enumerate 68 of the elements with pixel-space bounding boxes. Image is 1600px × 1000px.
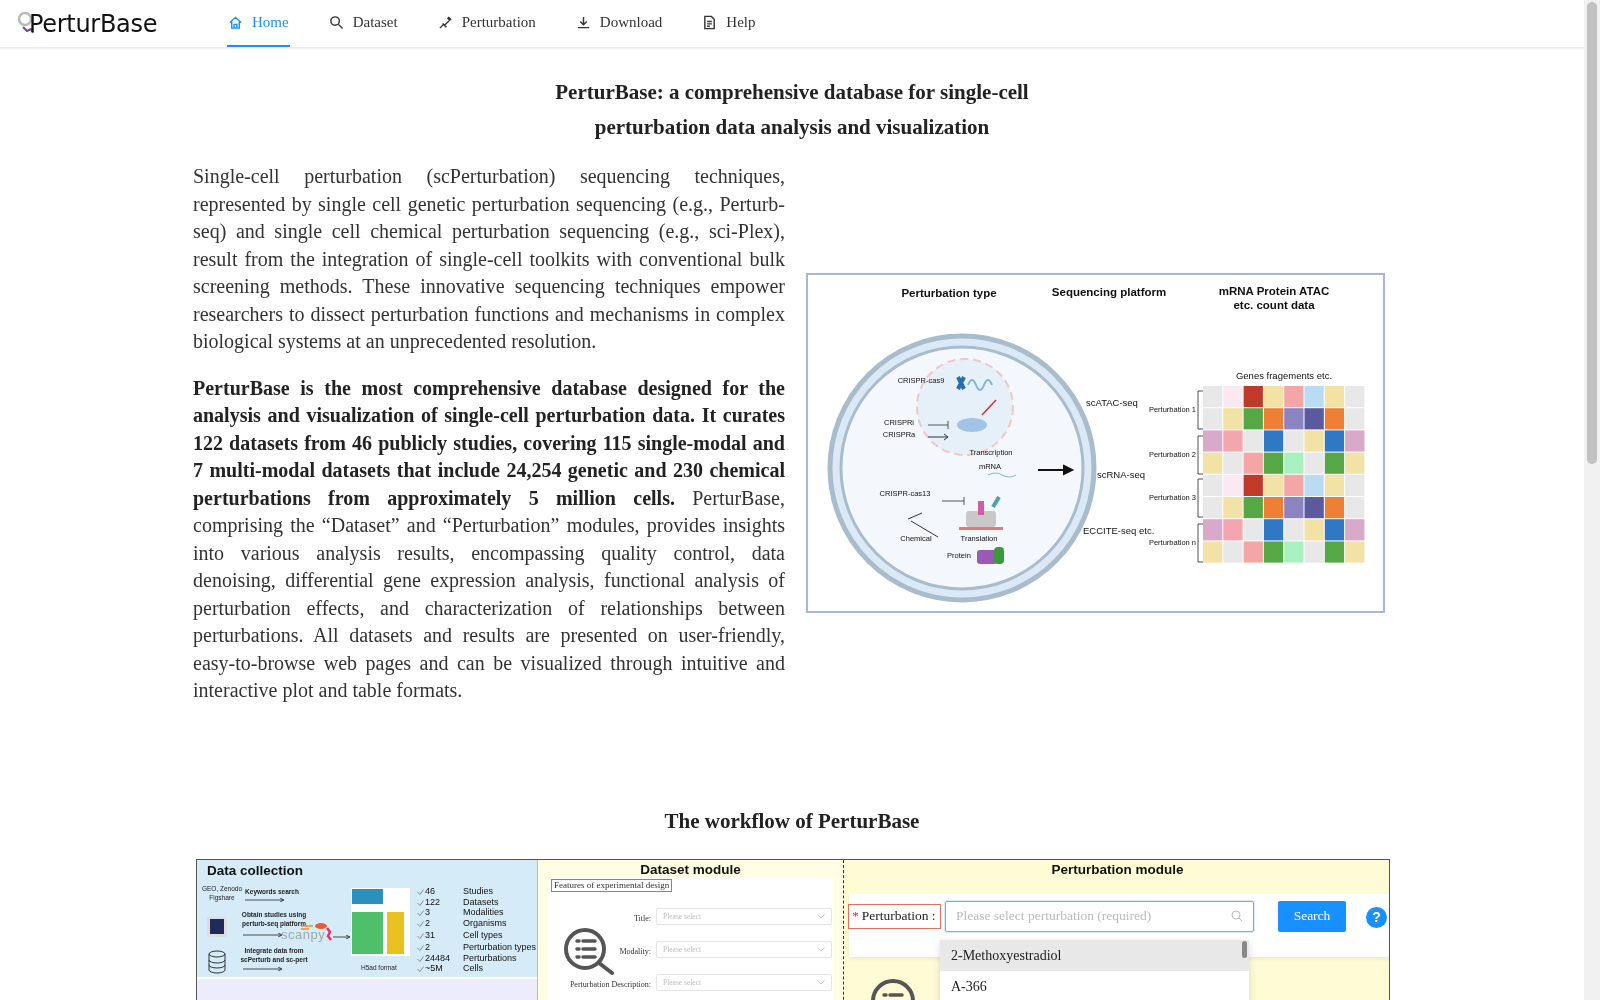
figure-heading: Perturbation type [901, 287, 997, 300]
stat-label: Perturbation types [463, 941, 537, 953]
panel-title: Data collection [207, 862, 304, 878]
dropdown-option[interactable]: A-366 [940, 970, 1249, 1000]
figure-heading: Sequencing platform [1051, 286, 1167, 299]
chevron-down-icon [817, 946, 825, 952]
stat-value: 2 [425, 917, 430, 929]
section-label: Features of experimental design [551, 878, 673, 892]
stat-label: Modalities [463, 906, 504, 918]
search-icon [328, 15, 344, 30]
dropdown-option[interactable]: 2-Methoxyestradiol [940, 939, 1249, 971]
field-label: Perturbation Description: [569, 979, 651, 990]
label-text: Perturbation : [861, 908, 936, 924]
scrollbar-thumb[interactable] [1242, 940, 1247, 958]
heatmap-header: Genes fragements etc. [1235, 370, 1333, 382]
scrollbar[interactable] [1584, 0, 1600, 1000]
search-list-icon [563, 926, 615, 975]
nav-tab[interactable]: Download [574, 0, 664, 47]
bracket-line [1197, 435, 1204, 475]
panel-title: Dataset module [639, 861, 742, 878]
h5ad-structure-icon [351, 887, 410, 956]
logo-text[interactable]: PerturBase [29, 9, 158, 38]
platform-label: ECCITE-seq etc. [1083, 525, 1155, 537]
panel-title: Perturbation module [1050, 861, 1185, 878]
stat-label: Studies [463, 885, 494, 897]
document-icon [702, 15, 718, 30]
stat-value: 3 [425, 906, 430, 918]
stat-label: Perturbations [463, 952, 517, 964]
nav-tab[interactable]: Help [701, 0, 757, 47]
search-icon [1231, 910, 1243, 922]
platform-label: scATAC-seq [1086, 397, 1138, 409]
intro-paragraph: PerturBase is the most comprehensive database designed for the analysis and visualization of single-cell perturbation data. It curates 122 datasets from 46 publicly studies, covering 115 single-modal and 7 multi-modal datasets that include 24,254 genetic and 230 chemical perturbations from approximately 5 million cells. PerturBase, comprising the “Dataset” and “Perturbation” modules, provides insights into various analysis results, encompassing quality control, data denoising, differential gene expression analysis, functional analysis of perturbation effects, and characterization of relationships between perturbations. All datasets and results are presented on user-friendly, easy-to-browse web pages and can be visualized through intuitive and interactive plot and table formats. [193, 375, 785, 704]
computer-icon [206, 915, 228, 938]
arrow-icon [243, 966, 283, 971]
platform-label: scRNA-seq [1097, 469, 1146, 481]
download-icon [575, 15, 591, 30]
home-icon [228, 15, 243, 30]
page-title: PerturBase: a comprehensive database for single-cell perturbation data analysis and visualization [554, 79, 1030, 141]
stat-value: 46 [425, 885, 435, 897]
field-label: Modality: [619, 946, 651, 957]
field-label: Title: [633, 913, 651, 924]
stat-value: 122 [425, 896, 441, 908]
stat-value: 31 [425, 929, 435, 941]
figure-heading: mRNA Protein ATAC [1218, 285, 1330, 298]
stat-label: Cells [463, 962, 483, 974]
nav-tab[interactable]: Perturbation [436, 0, 537, 47]
bracket-line [1197, 523, 1204, 563]
figure-heading: etc. count data [1233, 299, 1315, 312]
stat-label: Cell types [463, 929, 503, 941]
stat-value: 24484 [425, 952, 451, 964]
stat-label: Organisms [463, 917, 507, 929]
stat-value: 2 [425, 941, 430, 953]
chevron-down-icon [817, 913, 825, 919]
chevron-down-icon [817, 979, 825, 985]
required-mark: * [852, 908, 859, 924]
bracket-line [1197, 478, 1204, 518]
intro-paragraph: Single-cell perturbation (scPerturbation) sequencing techniques, represented by single cell genetic perturbation sequencing (e.g., Perturb-seq) and single cell chemical perturbation sequencing (e.g., sci-Plex), result from the integration of single-cell toolkits with conventional bulk screening methods. These innovative sequencing techniques empower researchers to dissect perturbation functions and mechanisms in complex biological systems at an unprecedented resolution. [193, 164, 785, 355]
bracket-line [1197, 390, 1204, 430]
database-icon [208, 949, 226, 974]
arrow-icon [333, 934, 351, 939]
arrow-icon [243, 932, 283, 937]
stat-label: Datasets [463, 896, 499, 908]
nav-tab[interactable]: Dataset [327, 0, 399, 47]
stat-value: ~5M [425, 962, 443, 974]
section-title: The workflow of PerturBase [663, 807, 921, 835]
arrow-icon [245, 897, 285, 902]
tool-label: scanpy [281, 926, 326, 942]
scrollbar-thumb[interactable] [1587, 2, 1597, 464]
